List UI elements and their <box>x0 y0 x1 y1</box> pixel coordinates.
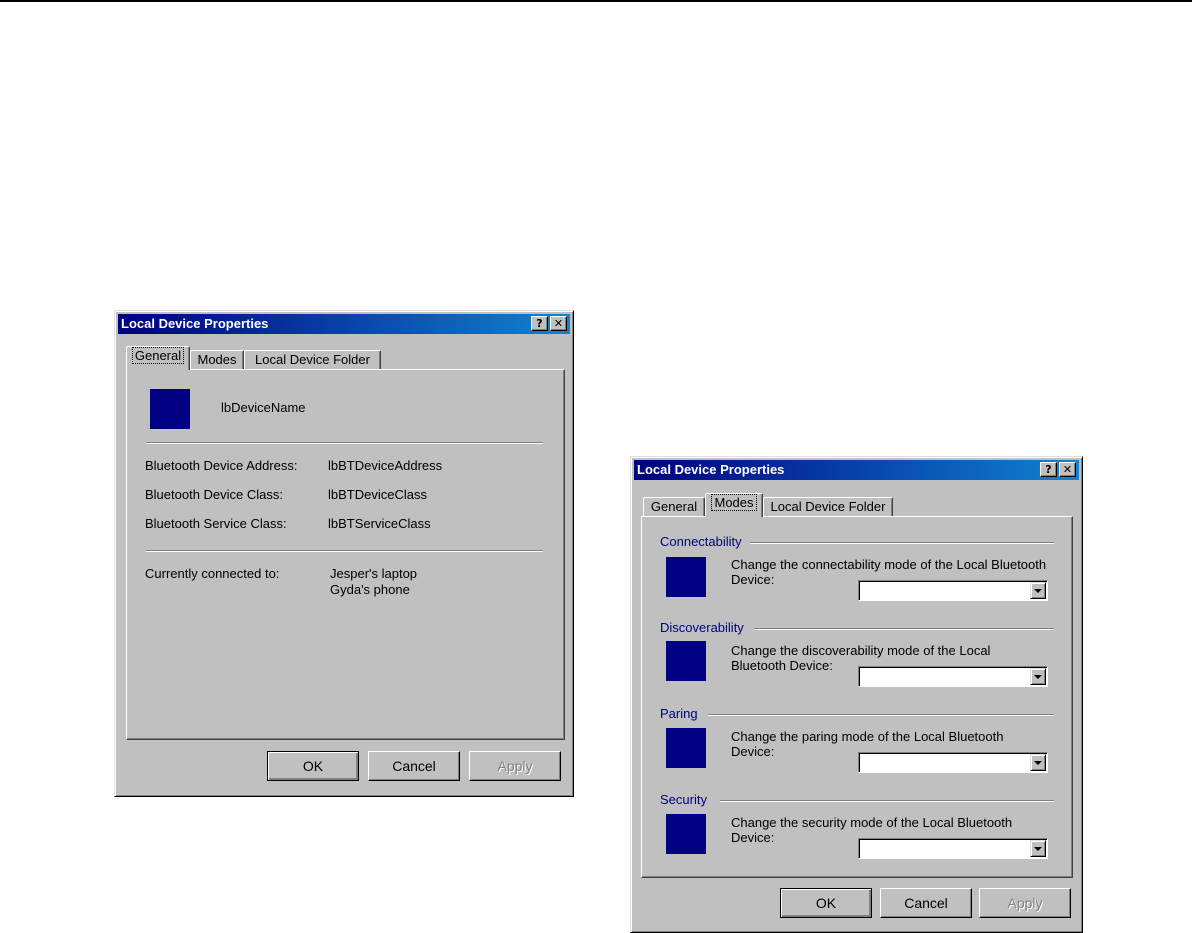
connectability-icon <box>666 557 706 597</box>
connectability-desc-line2: Device: <box>731 572 775 587</box>
title-bar[interactable]: Local Device Properties ? ✕ <box>634 460 1079 480</box>
chevron-down-icon[interactable] <box>1030 840 1046 857</box>
connected-device-1: Jesper's laptop <box>330 566 418 581</box>
help-button[interactable]: ? <box>531 316 548 331</box>
chevron-down-icon[interactable] <box>1030 582 1046 599</box>
general-dialog: Local Device Properties ? ✕ General Mode… <box>114 310 574 797</box>
bt-address-label: Bluetooth Device Address: <box>145 458 298 473</box>
group-separator <box>720 800 1054 802</box>
tab-general-label: General <box>650 499 698 514</box>
device-icon <box>150 389 190 429</box>
group-title-discoverability: Discoverability <box>660 620 744 635</box>
connectability-mode-select[interactable] <box>858 580 1048 601</box>
tab-general-label: General <box>131 347 185 364</box>
bt-service-label: Bluetooth Service Class: <box>145 516 287 531</box>
discoverability-icon <box>666 641 706 681</box>
close-button[interactable]: ✕ <box>1059 462 1076 477</box>
tab-folder-label: Local Device Folder <box>255 352 370 367</box>
close-button[interactable]: ✕ <box>550 316 567 331</box>
security-mode-select[interactable] <box>858 838 1048 859</box>
help-button[interactable]: ? <box>1040 462 1057 477</box>
paring-mode-select[interactable] <box>858 752 1048 773</box>
tab-panel: lbDeviceName Bluetooth Device Address: l… <box>126 369 565 740</box>
paring-desc-line1: Change the paring mode of the Local Blue… <box>731 729 1004 744</box>
discoverability-mode-select[interactable] <box>858 666 1048 687</box>
apply-button: Apply <box>979 888 1071 918</box>
paring-desc-line2: Device: <box>731 744 775 759</box>
group-title-security: Security <box>660 792 707 807</box>
discoverability-desc-line2: Bluetooth Device: <box>731 658 833 673</box>
chevron-down-icon[interactable] <box>1030 668 1046 685</box>
connectability-desc-line1: Change the connectability mode of the Lo… <box>731 557 1047 572</box>
bt-class-value: lbBTDeviceClass <box>328 487 427 502</box>
tab-general[interactable]: General <box>126 346 190 370</box>
bt-service-value: lbBTServiceClass <box>328 516 431 531</box>
separator <box>146 442 543 444</box>
tab-folder-label: Local Device Folder <box>770 499 886 514</box>
tab-modes-label: Modes <box>197 352 237 367</box>
tab-panel: Connectability Change the connectability… <box>641 516 1073 878</box>
cancel-button[interactable]: Cancel <box>880 888 972 918</box>
title-bar[interactable]: Local Device Properties ? ✕ <box>118 314 570 334</box>
tab-modes[interactable]: Modes <box>705 493 763 517</box>
security-icon <box>666 814 706 854</box>
tab-general[interactable]: General <box>643 497 705 517</box>
ok-button[interactable]: OK <box>780 888 872 918</box>
group-separator <box>754 628 1054 630</box>
bt-address-value: lbBTDeviceAddress <box>328 458 443 473</box>
apply-button: Apply <box>469 751 561 781</box>
discoverability-desc-line1: Change the discoverability mode of the L… <box>731 643 991 658</box>
tab-local-device-folder[interactable]: Local Device Folder <box>244 350 381 370</box>
dialog-title: Local Device Properties <box>637 462 785 477</box>
tab-local-device-folder[interactable]: Local Device Folder <box>763 497 893 517</box>
dialog-title: Local Device Properties <box>121 316 269 331</box>
security-desc-line1: Change the security mode of the Local Bl… <box>731 815 1013 830</box>
connected-label: Currently connected to: <box>145 566 280 581</box>
connected-device-2: Gyda's phone <box>330 582 410 597</box>
separator <box>146 550 543 552</box>
tab-modes-label: Modes <box>711 494 757 511</box>
security-desc-line2: Device: <box>731 830 775 845</box>
device-name-label: lbDeviceName <box>221 400 306 415</box>
cancel-button[interactable]: Cancel <box>368 751 460 781</box>
bt-class-label: Bluetooth Device Class: <box>145 487 284 502</box>
modes-dialog: Local Device Properties ? ✕ General Mode… <box>630 456 1083 933</box>
paring-icon <box>666 728 706 768</box>
group-title-connectability: Connectability <box>660 534 742 549</box>
group-title-paring: Paring <box>660 706 698 721</box>
tab-modes[interactable]: Modes <box>190 350 244 370</box>
group-separator <box>750 542 1054 544</box>
page-top-rule <box>0 0 1192 2</box>
ok-button[interactable]: OK <box>267 751 359 781</box>
chevron-down-icon[interactable] <box>1030 754 1046 771</box>
group-separator <box>708 714 1054 716</box>
